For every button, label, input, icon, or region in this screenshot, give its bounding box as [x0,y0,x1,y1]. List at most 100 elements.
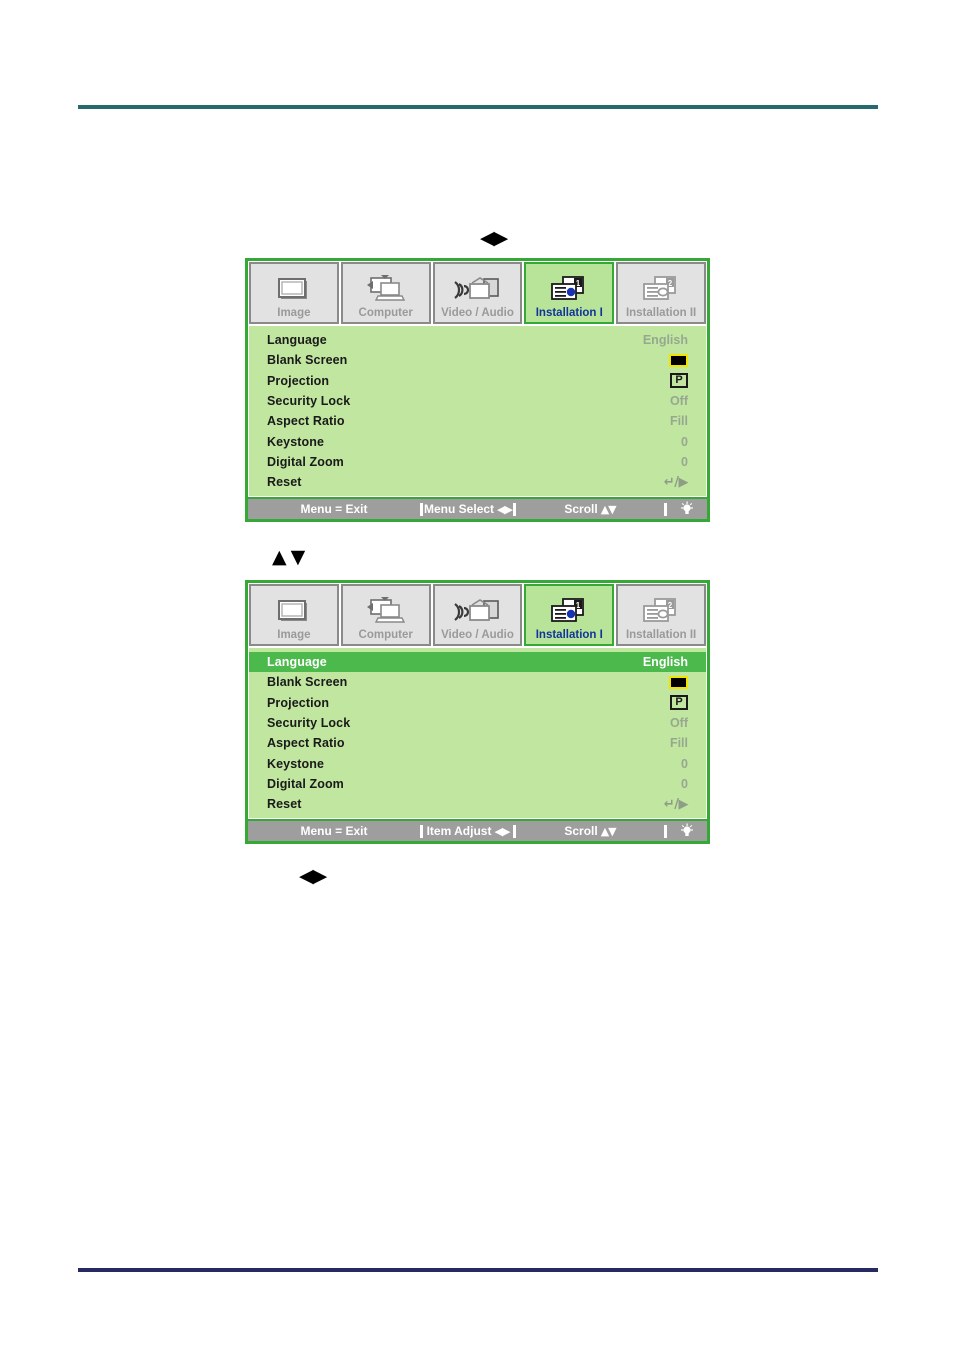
blank-screen-color-swatch [669,675,688,689]
tab-installation-2-label: Installation II [625,307,697,319]
osd-row-projection[interactable]: Projection P [249,693,706,713]
tab-video-audio-label: Video / Audio [441,629,514,641]
footer-scroll-label: Scroll [564,824,598,839]
hint-left-right-arrows: ◀▶ [480,227,508,249]
osd-row-value: Off [669,716,688,731]
osd-row-value: Fill [669,414,688,429]
tab-installation-1[interactable]: 1 Installation I [524,584,615,646]
osd-row-digital-zoom[interactable]: Digital Zoom 0 [249,774,706,794]
tab-image-label: Image [277,307,311,319]
screen-icon [251,595,337,629]
video-audio-icon [435,273,521,307]
tab-video-audio-label: Video / Audio [441,307,514,319]
tab-image-label: Image [277,629,311,641]
blank-screen-color-swatch [669,353,688,367]
osd-row-label: Projection [267,373,330,388]
installation-two-icon: 2 [618,595,704,629]
osd-row-value: P [628,695,688,711]
tab-image[interactable]: Image [249,262,339,324]
osd-row-value [628,353,688,367]
osd-row-aspect-ratio[interactable]: Aspect Ratio Fill [249,411,706,431]
left-right-arrows-icon: ◀▶ [494,824,510,838]
osd-row-value: English [642,333,688,348]
tab-computer-label: Computer [358,307,413,319]
osd-row-digital-zoom[interactable]: Digital Zoom 0 [249,452,706,472]
footer-scroll-hint: Scroll ▲▼ [516,499,664,519]
osd-item-list-1: Language English Blank Screen Projection… [248,324,707,498]
tab-image[interactable]: Image [249,584,339,646]
tab-computer[interactable]: Computer [340,584,431,646]
footer-scroll-label: Scroll [564,502,598,517]
up-down-arrows-icon: ▲▼ [600,824,617,838]
osd-row-label: Security Lock [267,394,351,409]
osd-row-value: Off [669,394,688,409]
page-rule-top [78,105,878,109]
osd-row-keystone[interactable]: Keystone 0 [249,753,706,773]
osd-footer-2: Menu = Exit Item Adjust ◀▶ Scroll ▲▼ [248,821,707,842]
lamp-icon [667,821,707,841]
osd-row-value: English [642,655,688,670]
osd-item-list-2: Language English Blank Screen Projection… [248,646,707,820]
osd-row-value: 0 [681,776,688,791]
osd-menu-panel-2: Image Computer Video / Audio 1 Installat… [245,580,710,845]
installation-one-icon: 1 [526,595,612,629]
osd-row-label: Security Lock [267,716,351,731]
osd-row-aspect-ratio[interactable]: Aspect Ratio Fill [249,733,706,753]
osd-row-security-lock[interactable]: Security Lock Off [249,391,706,411]
osd-row-value: 0 [681,454,688,469]
osd-row-projection[interactable]: Projection P [249,371,706,391]
osd-row-label: Projection [267,695,330,710]
osd-row-keystone[interactable]: Keystone 0 [249,431,706,451]
video-audio-icon [435,595,521,629]
osd-row-label: Reset [267,475,302,490]
osd-row-language[interactable]: Language English [249,652,706,673]
screen-icon [251,273,337,307]
footer-item-adjust-hint: Item Adjust ◀▶ [423,821,513,841]
tab-installation-2[interactable]: 2 Installation II [616,262,706,324]
osd-row-value: Fill [669,736,688,751]
tab-installation-2-label: Installation II [625,629,697,641]
hint-left-right-arrows-2: ◀▶ [299,865,327,887]
hint-up-down-arrows: ▲ ▼ [272,546,305,568]
osd-row-value [628,675,688,689]
tab-installation-1-label: Installation I [535,307,603,319]
osd-row-reset[interactable]: Reset ↵/▶ [249,794,706,814]
tab-computer[interactable]: Computer [340,262,431,324]
laptop-icon [343,595,429,629]
osd-row-label: Aspect Ratio [267,736,345,751]
osd-row-label: Digital Zoom [267,776,344,791]
left-right-arrows-icon: ◀▶ [497,502,513,516]
osd-row-label: Blank Screen [267,353,348,368]
enter-right-arrow-icon: ↵/▶ [663,796,689,812]
footer-item-adjust-label: Item Adjust [426,824,492,839]
osd-row-label: Reset [267,797,302,812]
osd-row-value: 0 [681,434,688,449]
osd-row-blank-screen[interactable]: Blank Screen [249,672,706,692]
osd-row-blank-screen[interactable]: Blank Screen [249,350,706,370]
osd-row-value: 0 [681,756,688,771]
up-down-arrows-icon: ▲▼ [600,502,617,516]
tab-video-audio[interactable]: Video / Audio [432,584,523,646]
osd-tabbar-1: Image Computer Video / Audio 1 Installat… [248,261,707,324]
osd-row-security-lock[interactable]: Security Lock Off [249,713,706,733]
footer-menu-select-label: Menu Select [424,502,495,517]
osd-row-label: Language [267,655,327,670]
page-rule-bottom [78,1268,878,1272]
enter-right-arrow-icon: ↵/▶ [663,474,689,490]
osd-menu-panel-1: Image Computer Video / Audio 1 Installat… [245,258,710,523]
osd-row-language[interactable]: Language English [249,330,706,350]
osd-row-label: Keystone [267,434,325,449]
tab-installation-2[interactable]: 2 Installation II [616,584,706,646]
osd-tabbar-2: Image Computer Video / Audio 1 Installat… [248,583,707,646]
laptop-icon [343,273,429,307]
installation-two-icon: 2 [618,273,704,307]
osd-row-label: Blank Screen [267,675,348,690]
footer-exit-hint: Menu = Exit [300,502,368,517]
osd-row-value: P [628,373,688,389]
projection-mode-badge: P [670,373,688,389]
footer-scroll-hint: Scroll ▲▼ [516,821,664,841]
tab-video-audio[interactable]: Video / Audio [432,262,523,324]
footer-menu-select-hint: Menu Select ◀▶ [423,499,513,519]
tab-installation-1[interactable]: 1 Installation I [524,262,615,324]
osd-row-reset[interactable]: Reset ↵/▶ [249,472,706,492]
